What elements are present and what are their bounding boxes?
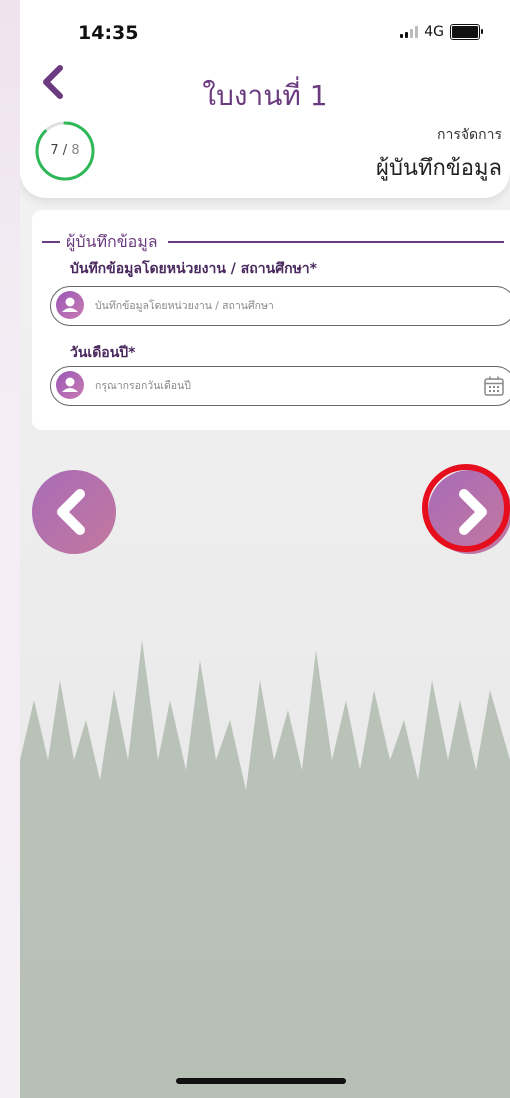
page-title: ใบงานที่ 1 xyxy=(202,79,328,112)
header-card: 14:35 4G ใบงานที่ 1 7 / 8 การจัดการ ผู้บ… xyxy=(20,0,510,198)
form-legend: ผู้บันทึกข้อมูล xyxy=(42,232,510,252)
field-label-organization: บันทึกข้อมูลโดยหน่วยงาน / สถานศึกษา* xyxy=(70,261,317,277)
chevron-left-icon xyxy=(57,489,85,535)
previous-button[interactable] xyxy=(32,470,116,554)
organization-field xyxy=(50,286,510,326)
progress-counter: 7 / 8 xyxy=(34,120,96,182)
user-icon xyxy=(56,371,84,399)
date-input[interactable] xyxy=(93,373,457,399)
next-button[interactable] xyxy=(428,470,510,554)
signal-icon xyxy=(400,26,419,38)
chevron-right-icon xyxy=(459,489,487,535)
status-time: 14:35 xyxy=(78,22,139,44)
form-legend-text: ผู้บันทึกข้อมูล xyxy=(66,231,158,251)
progress-separator: / xyxy=(62,143,68,158)
field-label-date: วันเดือนปี* xyxy=(70,345,136,361)
user-icon xyxy=(56,291,84,319)
app-screen: 14:35 4G ใบงานที่ 1 7 / 8 การจัดการ ผู้บ… xyxy=(20,0,510,1098)
date-field xyxy=(50,366,510,406)
progress-total: 8 xyxy=(71,143,80,158)
background-edge xyxy=(0,0,20,1098)
network-type: 4G xyxy=(424,24,444,40)
battery-icon xyxy=(450,24,483,40)
progress-current: 7 xyxy=(50,143,59,158)
section-value: ผู้บันทึกข้อมูล xyxy=(376,156,502,181)
organization-input[interactable] xyxy=(93,293,457,319)
section-label: การจัดการ xyxy=(436,127,502,143)
calendar-icon[interactable] xyxy=(483,375,505,397)
form-card: ผู้บันทึกข้อมูล บันทึกข้อมูลโดยหน่วยงาน … xyxy=(32,210,510,430)
status-indicators: 4G xyxy=(400,24,483,40)
home-indicator[interactable] xyxy=(176,1078,346,1084)
